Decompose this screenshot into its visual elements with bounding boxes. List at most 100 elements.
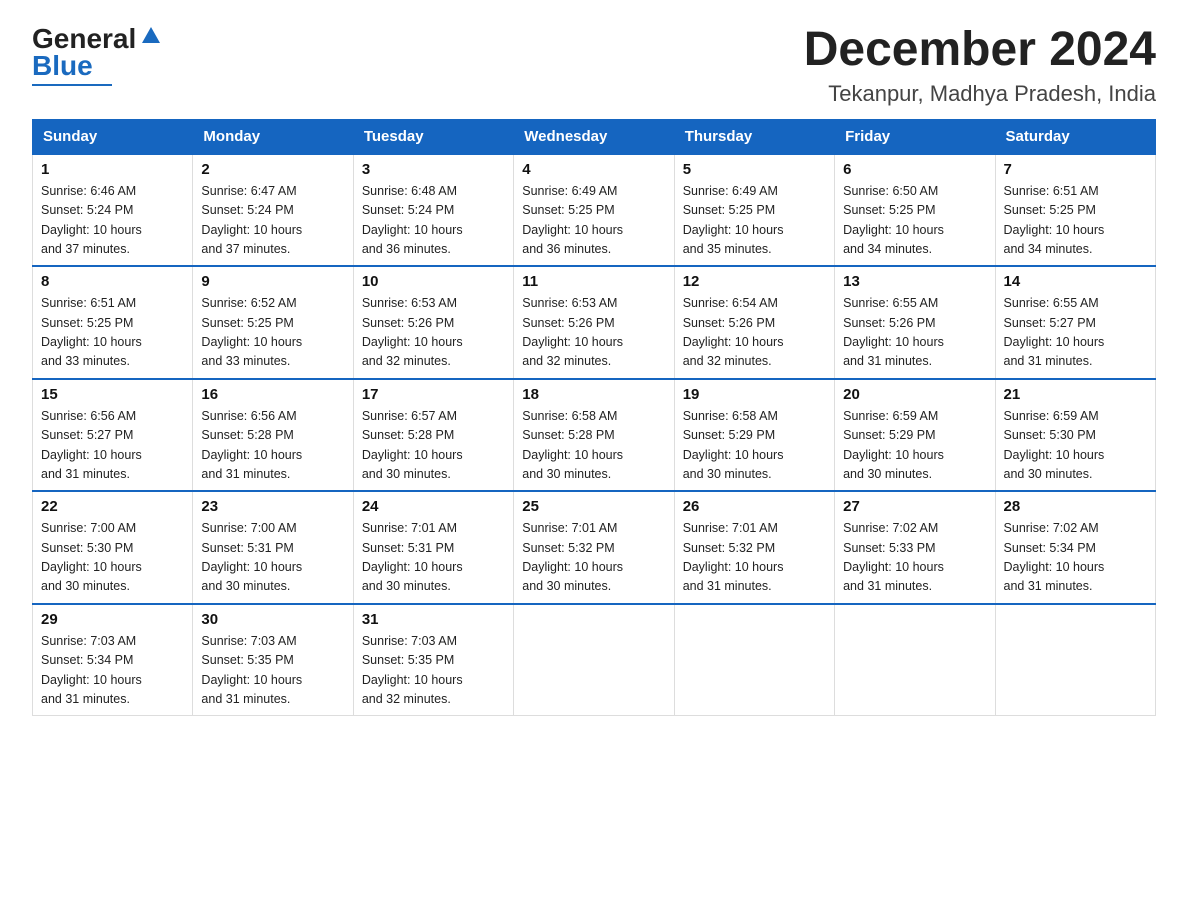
day-info: Sunrise: 6:55 AM Sunset: 5:27 PM Dayligh…: [1004, 294, 1147, 372]
day-number: 3: [362, 161, 505, 178]
day-info: Sunrise: 6:47 AM Sunset: 5:24 PM Dayligh…: [201, 182, 344, 260]
page-subtitle: Tekanpur, Madhya Pradesh, India: [804, 81, 1156, 107]
day-info: Sunrise: 6:50 AM Sunset: 5:25 PM Dayligh…: [843, 182, 986, 260]
calendar-cell: 18 Sunrise: 6:58 AM Sunset: 5:28 PM Dayl…: [514, 379, 674, 492]
day-number: 14: [1004, 273, 1147, 290]
day-info: Sunrise: 7:02 AM Sunset: 5:34 PM Dayligh…: [1004, 519, 1147, 597]
day-info: Sunrise: 6:54 AM Sunset: 5:26 PM Dayligh…: [683, 294, 826, 372]
day-info: Sunrise: 6:57 AM Sunset: 5:28 PM Dayligh…: [362, 407, 505, 485]
day-number: 26: [683, 498, 826, 515]
calendar-cell: 24 Sunrise: 7:01 AM Sunset: 5:31 PM Dayl…: [353, 491, 513, 604]
calendar-week-row: 15 Sunrise: 6:56 AM Sunset: 5:27 PM Dayl…: [33, 379, 1156, 492]
logo-arrow-icon: [140, 25, 162, 50]
day-info: Sunrise: 6:56 AM Sunset: 5:27 PM Dayligh…: [41, 407, 184, 485]
calendar-cell: 16 Sunrise: 6:56 AM Sunset: 5:28 PM Dayl…: [193, 379, 353, 492]
day-number: 25: [522, 498, 665, 515]
day-info: Sunrise: 6:46 AM Sunset: 5:24 PM Dayligh…: [41, 182, 184, 260]
day-info: Sunrise: 7:02 AM Sunset: 5:33 PM Dayligh…: [843, 519, 986, 597]
day-info: Sunrise: 6:53 AM Sunset: 5:26 PM Dayligh…: [362, 294, 505, 372]
calendar-cell: 31 Sunrise: 7:03 AM Sunset: 5:35 PM Dayl…: [353, 604, 513, 716]
logo-blue-text: Blue: [32, 51, 93, 82]
day-number: 5: [683, 161, 826, 178]
day-info: Sunrise: 6:53 AM Sunset: 5:26 PM Dayligh…: [522, 294, 665, 372]
day-number: 16: [201, 386, 344, 403]
calendar-cell: 12 Sunrise: 6:54 AM Sunset: 5:26 PM Dayl…: [674, 266, 834, 379]
logo-triangle-svg: [140, 25, 162, 45]
day-number: 31: [362, 611, 505, 628]
calendar-week-row: 22 Sunrise: 7:00 AM Sunset: 5:30 PM Dayl…: [33, 491, 1156, 604]
calendar-cell: 13 Sunrise: 6:55 AM Sunset: 5:26 PM Dayl…: [835, 266, 995, 379]
day-info: Sunrise: 6:55 AM Sunset: 5:26 PM Dayligh…: [843, 294, 986, 372]
day-number: 13: [843, 273, 986, 290]
day-info: Sunrise: 6:52 AM Sunset: 5:25 PM Dayligh…: [201, 294, 344, 372]
day-number: 4: [522, 161, 665, 178]
day-number: 6: [843, 161, 986, 178]
calendar-cell: 15 Sunrise: 6:56 AM Sunset: 5:27 PM Dayl…: [33, 379, 193, 492]
day-number: 10: [362, 273, 505, 290]
calendar-cell: 2 Sunrise: 6:47 AM Sunset: 5:24 PM Dayli…: [193, 154, 353, 267]
day-info: Sunrise: 7:03 AM Sunset: 5:34 PM Dayligh…: [41, 632, 184, 710]
day-number: 22: [41, 498, 184, 515]
day-info: Sunrise: 6:49 AM Sunset: 5:25 PM Dayligh…: [683, 182, 826, 260]
day-info: Sunrise: 7:03 AM Sunset: 5:35 PM Dayligh…: [201, 632, 344, 710]
title-block: December 2024 Tekanpur, Madhya Pradesh, …: [804, 24, 1156, 107]
day-number: 18: [522, 386, 665, 403]
day-number: 15: [41, 386, 184, 403]
day-info: Sunrise: 7:03 AM Sunset: 5:35 PM Dayligh…: [362, 632, 505, 710]
day-of-week-header-friday: Friday: [835, 119, 995, 154]
calendar-cell: 3 Sunrise: 6:48 AM Sunset: 5:24 PM Dayli…: [353, 154, 513, 267]
calendar-cell: 30 Sunrise: 7:03 AM Sunset: 5:35 PM Dayl…: [193, 604, 353, 716]
day-info: Sunrise: 6:48 AM Sunset: 5:24 PM Dayligh…: [362, 182, 505, 260]
day-of-week-header-thursday: Thursday: [674, 119, 834, 154]
calendar-cell: 4 Sunrise: 6:49 AM Sunset: 5:25 PM Dayli…: [514, 154, 674, 267]
day-number: 30: [201, 611, 344, 628]
calendar-cell: [835, 604, 995, 716]
day-number: 8: [41, 273, 184, 290]
day-info: Sunrise: 6:51 AM Sunset: 5:25 PM Dayligh…: [41, 294, 184, 372]
day-number: 21: [1004, 386, 1147, 403]
day-info: Sunrise: 6:59 AM Sunset: 5:29 PM Dayligh…: [843, 407, 986, 485]
day-info: Sunrise: 6:58 AM Sunset: 5:29 PM Dayligh…: [683, 407, 826, 485]
day-info: Sunrise: 6:58 AM Sunset: 5:28 PM Dayligh…: [522, 407, 665, 485]
calendar-week-row: 29 Sunrise: 7:03 AM Sunset: 5:34 PM Dayl…: [33, 604, 1156, 716]
calendar-cell: 22 Sunrise: 7:00 AM Sunset: 5:30 PM Dayl…: [33, 491, 193, 604]
calendar-cell: 1 Sunrise: 6:46 AM Sunset: 5:24 PM Dayli…: [33, 154, 193, 267]
calendar-cell: 6 Sunrise: 6:50 AM Sunset: 5:25 PM Dayli…: [835, 154, 995, 267]
logo-underline: [32, 84, 112, 86]
day-number: 24: [362, 498, 505, 515]
calendar-cell: [514, 604, 674, 716]
day-number: 19: [683, 386, 826, 403]
day-of-week-header-wednesday: Wednesday: [514, 119, 674, 154]
day-info: Sunrise: 7:01 AM Sunset: 5:32 PM Dayligh…: [683, 519, 826, 597]
calendar-week-row: 1 Sunrise: 6:46 AM Sunset: 5:24 PM Dayli…: [33, 154, 1156, 267]
day-number: 7: [1004, 161, 1147, 178]
page: General Blue December 2024 Tekanpur, Mad…: [0, 0, 1188, 748]
day-info: Sunrise: 7:00 AM Sunset: 5:30 PM Dayligh…: [41, 519, 184, 597]
day-number: 27: [843, 498, 986, 515]
calendar-header-row: SundayMondayTuesdayWednesdayThursdayFrid…: [33, 119, 1156, 154]
calendar-cell: [995, 604, 1155, 716]
logo: General Blue: [32, 24, 162, 86]
day-info: Sunrise: 7:01 AM Sunset: 5:31 PM Dayligh…: [362, 519, 505, 597]
day-info: Sunrise: 7:01 AM Sunset: 5:32 PM Dayligh…: [522, 519, 665, 597]
header: General Blue December 2024 Tekanpur, Mad…: [32, 24, 1156, 107]
calendar-cell: 8 Sunrise: 6:51 AM Sunset: 5:25 PM Dayli…: [33, 266, 193, 379]
day-number: 9: [201, 273, 344, 290]
day-info: Sunrise: 7:00 AM Sunset: 5:31 PM Dayligh…: [201, 519, 344, 597]
day-info: Sunrise: 6:59 AM Sunset: 5:30 PM Dayligh…: [1004, 407, 1147, 485]
day-info: Sunrise: 6:51 AM Sunset: 5:25 PM Dayligh…: [1004, 182, 1147, 260]
day-number: 2: [201, 161, 344, 178]
calendar-cell: 19 Sunrise: 6:58 AM Sunset: 5:29 PM Dayl…: [674, 379, 834, 492]
calendar-cell: 14 Sunrise: 6:55 AM Sunset: 5:27 PM Dayl…: [995, 266, 1155, 379]
calendar-cell: 17 Sunrise: 6:57 AM Sunset: 5:28 PM Dayl…: [353, 379, 513, 492]
calendar-table: SundayMondayTuesdayWednesdayThursdayFrid…: [32, 119, 1156, 717]
day-of-week-header-tuesday: Tuesday: [353, 119, 513, 154]
day-number: 29: [41, 611, 184, 628]
calendar-cell: 25 Sunrise: 7:01 AM Sunset: 5:32 PM Dayl…: [514, 491, 674, 604]
page-title: December 2024: [804, 24, 1156, 77]
calendar-week-row: 8 Sunrise: 6:51 AM Sunset: 5:25 PM Dayli…: [33, 266, 1156, 379]
calendar-cell: 9 Sunrise: 6:52 AM Sunset: 5:25 PM Dayli…: [193, 266, 353, 379]
calendar-cell: 7 Sunrise: 6:51 AM Sunset: 5:25 PM Dayli…: [995, 154, 1155, 267]
calendar-cell: 11 Sunrise: 6:53 AM Sunset: 5:26 PM Dayl…: [514, 266, 674, 379]
calendar-cell: 29 Sunrise: 7:03 AM Sunset: 5:34 PM Dayl…: [33, 604, 193, 716]
